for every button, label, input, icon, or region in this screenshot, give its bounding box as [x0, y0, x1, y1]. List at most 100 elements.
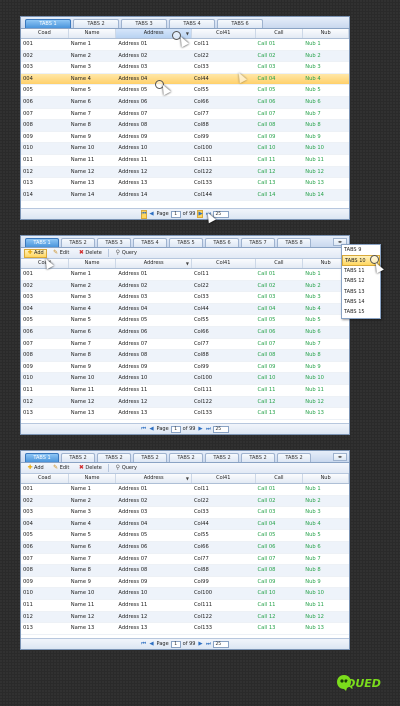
query-button[interactable]: ⚲ Query	[112, 249, 140, 258]
tab-scroll-icon[interactable]: ◂▸	[333, 453, 347, 461]
next-page-icon[interactable]: ▶	[197, 210, 204, 218]
table-row[interactable]: 010 Name 10 Address 10 Col100 Call 10 Nub 10	[21, 143, 349, 155]
table-row[interactable]: 004 Name 4 Address 04 Col44 Call 04 Nub 4	[21, 73, 349, 86]
table-row[interactable]: 009 Name 9 Address 09 Col99 Call 09 Nub 9	[21, 362, 349, 374]
page-input[interactable]: 1	[170, 210, 181, 218]
column-header-address[interactable]: Address ▼	[116, 259, 192, 268]
menu-item[interactable]: TABS 13	[342, 287, 380, 297]
tab-8[interactable]: TABS 2	[277, 453, 311, 462]
first-page-icon[interactable]: ⏮	[141, 426, 147, 433]
menu-item[interactable]: TABS 15	[342, 307, 380, 317]
page-size-select[interactable]: 25	[213, 425, 230, 433]
column-header-col41[interactable]: Col41	[192, 259, 256, 268]
table-row[interactable]: 005 Name 5 Address 05 Col55 Call 05 Nub 5	[21, 530, 349, 542]
table-row[interactable]: 001 Name 1 Address 01 Col11 Call 01 Nub 1	[21, 269, 349, 281]
column-header-coad[interactable]: Coad	[21, 29, 69, 38]
tab-3[interactable]: TABS 3	[97, 238, 131, 247]
tab-4[interactable]: TABS 4	[169, 19, 215, 28]
column-header-call[interactable]: Call	[256, 29, 304, 38]
table-row[interactable]: 011 Name 11 Address 11 Col111 Call 11 Nub 11	[21, 600, 349, 612]
table-row[interactable]: 010 Name 10 Address 10 Col100 Call 10 Nub 10	[21, 373, 349, 385]
column-header-col41[interactable]: Col41	[192, 29, 256, 38]
table-row[interactable]: 008 Name 8 Address 08 Col88 Call 08 Nub 8	[21, 120, 349, 132]
menu-item[interactable]: TABS 14	[342, 297, 380, 307]
tab-6[interactable]: TABS 2	[205, 453, 239, 462]
table-row[interactable]: 003 Name 3 Address 03 Col33 Call 03 Nub 3	[21, 62, 349, 74]
table-row[interactable]: 007 Name 7 Address 07 Col77 Call 07 Nub 7	[21, 554, 349, 566]
tab-2[interactable]: TABS 2	[61, 453, 95, 462]
column-header-name[interactable]: Name	[69, 29, 117, 38]
column-header-name[interactable]: Name	[69, 474, 117, 483]
tab-2[interactable]: TABS 2	[61, 238, 95, 247]
table-row[interactable]: 012 Name 12 Address 12 Col122 Call 12 Nub 12	[21, 166, 349, 179]
chevron-down-icon[interactable]: ▼	[186, 259, 189, 268]
page-input[interactable]: 1	[170, 640, 181, 648]
table-row[interactable]: 004 Name 4 Address 04 Col44 Call 04 Nub 4	[21, 303, 349, 316]
add-button[interactable]: ✚ Add	[24, 248, 47, 258]
column-header-address[interactable]: Address ▼	[116, 474, 192, 483]
next-page-icon[interactable]: ▶	[197, 641, 203, 647]
table-row[interactable]: 013 Name 13 Address 13 Col133 Call 13 Nub 13	[21, 623, 349, 635]
tab-8[interactable]: TABS 8	[277, 238, 311, 247]
first-page-icon[interactable]: ⏮	[141, 641, 147, 648]
prev-page-icon[interactable]: ◀	[149, 426, 155, 432]
table-row[interactable]: 008 Name 8 Address 08 Col88 Call 08 Nub 8	[21, 350, 349, 362]
page-size-select[interactable]: 25	[213, 210, 230, 218]
prev-page-icon[interactable]: ◀	[149, 211, 155, 217]
chevron-down-icon[interactable]: ▼	[186, 474, 189, 483]
table-row[interactable]: 007 Name 7 Address 07 Col77 Call 07 Nub 7	[21, 109, 349, 121]
table-row[interactable]: 008 Name 8 Address 08 Col88 Call 08 Nub 8	[21, 565, 349, 577]
page-input[interactable]: 1	[170, 425, 181, 433]
tab-1[interactable]: TABS 1	[25, 453, 59, 462]
table-row[interactable]: 006 Name 6 Address 06 Col66 Call 06 Nub 6	[21, 326, 349, 339]
table-row[interactable]: 009 Name 9 Address 09 Col99 Call 09 Nub 9	[21, 132, 349, 144]
tab-5[interactable]: TABS 6	[217, 19, 263, 28]
add-button[interactable]: ✚ Add	[24, 464, 47, 473]
table-row[interactable]: 011 Name 11 Address 11 Col111 Call 11 Nub 11	[21, 155, 349, 167]
table-row[interactable]: 006 Name 6 Address 06 Col66 Call 06 Nub 6	[21, 541, 349, 554]
delete-button[interactable]: ✖ Delete	[75, 464, 104, 473]
table-row[interactable]: 003 Name 3 Address 03 Col33 Call 03 Nub 3	[21, 292, 349, 304]
tab-7[interactable]: TABS 2	[241, 453, 275, 462]
table-row[interactable]: 012 Name 12 Address 12 Col122 Call 12 Nub 12	[21, 611, 349, 624]
table-row[interactable]: 002 Name 2 Address 02 Col22 Call 02 Nub 2	[21, 50, 349, 63]
table-row[interactable]: 007 Name 7 Address 07 Col77 Call 07 Nub 7	[21, 339, 349, 351]
table-row[interactable]: 011 Name 11 Address 11 Col111 Call 11 Nub 11	[21, 385, 349, 397]
table-row[interactable]: 013 Name 13 Address 13 Col133 Call 13 Nub 13	[21, 178, 349, 190]
table-row[interactable]: 010 Name 10 Address 10 Col100 Call 10 Nub 10	[21, 588, 349, 600]
column-header-col41[interactable]: Col41	[192, 474, 256, 483]
table-row[interactable]: 005 Name 5 Address 05 Col55 Call 05 Nub 5	[21, 85, 349, 97]
page-size-select[interactable]: 25	[213, 640, 230, 648]
last-page-icon[interactable]: ⏭	[205, 426, 211, 433]
tab-5[interactable]: TABS 5	[169, 238, 203, 247]
first-page-icon[interactable]: ⏮	[140, 209, 147, 219]
table-row[interactable]: 003 Name 3 Address 03 Col33 Call 03 Nub 3	[21, 507, 349, 519]
query-button[interactable]: ⚲ Query	[112, 464, 140, 473]
edit-button[interactable]: ✎ Edit	[50, 249, 73, 258]
table-row[interactable]: 012 Name 12 Address 12 Col122 Call 12 Nub 12	[21, 396, 349, 409]
edit-button[interactable]: ✎ Edit	[50, 464, 73, 473]
tab-3[interactable]: TABS 3	[121, 19, 167, 28]
tab-2[interactable]: TABS 2	[73, 19, 119, 28]
column-header-coad[interactable]: Coad	[21, 474, 69, 483]
column-header-nub[interactable]: Nub	[303, 29, 349, 38]
prev-page-icon[interactable]: ◀	[149, 641, 155, 647]
column-header-name[interactable]: Name	[69, 259, 117, 268]
tab-5[interactable]: TABS 2	[169, 453, 203, 462]
table-row[interactable]: 002 Name 2 Address 02 Col22 Call 02 Nub 2	[21, 280, 349, 293]
table-row[interactable]: 014 Name 14 Address 14 Col144 Call 14 Nub 14	[21, 189, 349, 202]
menu-item[interactable]: TABS 9	[342, 245, 380, 255]
table-row[interactable]: 013 Name 13 Address 13 Col133 Call 13 Nub 13	[21, 408, 349, 420]
column-header-call[interactable]: Call	[256, 259, 304, 268]
tab-4[interactable]: TABS 2	[133, 453, 167, 462]
delete-button[interactable]: ✖ Delete	[75, 249, 104, 258]
tab-4[interactable]: TABS 4	[133, 238, 167, 247]
table-row[interactable]: 005 Name 5 Address 05 Col55 Call 05 Nub 5	[21, 315, 349, 327]
tab-1[interactable]: TABS 1	[25, 238, 59, 247]
column-header-nub[interactable]: Nub	[303, 474, 349, 483]
table-row[interactable]: 009 Name 9 Address 09 Col99 Call 09 Nub 9	[21, 577, 349, 589]
chevron-down-icon[interactable]: ▼	[186, 29, 189, 38]
tab-1[interactable]: TABS 1	[25, 19, 71, 28]
table-row[interactable]: 001 Name 1 Address 01 Col11 Call 01 Nub 1	[21, 484, 349, 496]
table-row[interactable]: 004 Name 4 Address 04 Col44 Call 04 Nub 4	[21, 518, 349, 531]
